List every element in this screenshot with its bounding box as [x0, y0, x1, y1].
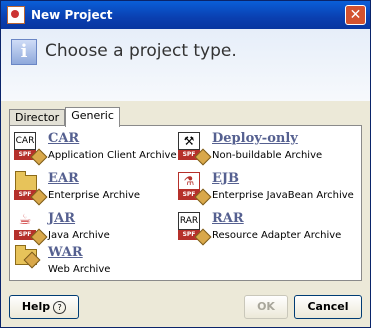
close-button[interactable]: ✕ — [345, 5, 366, 25]
project-type-description: Enterprise JavaBean Archive — [212, 190, 354, 201]
project-type-description: Web Archive — [48, 264, 111, 275]
project-type-ear[interactable]: SPF EAR Enterprise Archive — [12, 170, 182, 210]
dialog-footer: Help? OK Cancel — [1, 289, 370, 327]
project-type-description: Application Client Archive — [48, 150, 177, 161]
ejb-icon: ⚗ SPF — [178, 172, 212, 206]
deploy-only-icon: ⚒ SPF — [178, 132, 212, 166]
project-type-name[interactable]: EAR — [48, 171, 79, 186]
project-type-name[interactable]: EJB — [212, 171, 239, 186]
project-type-description: Enterprise Archive — [48, 190, 141, 201]
title-bar[interactable]: New Project ✕ — [1, 1, 370, 29]
project-type-car[interactable]: CAR SPF CAR Application Client Archive — [12, 130, 182, 170]
ear-icon: SPF — [14, 171, 48, 206]
new-project-dialog: New Project ✕ i Choose a project type. D… — [0, 0, 371, 328]
project-type-name[interactable]: JAR — [48, 211, 75, 226]
header-title: Choose a project type. — [45, 41, 237, 61]
help-icon: ? — [53, 300, 67, 314]
tab-generic[interactable]: Generic — [65, 107, 120, 127]
project-type-war[interactable]: WAR Web Archive — [12, 244, 182, 284]
project-type-deploy-only[interactable]: ⚒ SPF Deploy-only Non-buildable Archive — [176, 130, 346, 170]
war-icon — [14, 245, 44, 280]
jar-icon: ☕ SPF — [14, 212, 48, 246]
window-title: New Project — [31, 8, 113, 22]
project-type-name[interactable]: CAR — [48, 131, 79, 146]
rar-icon: RAR SPF — [178, 212, 212, 246]
help-label: Help — [21, 300, 51, 313]
project-type-description: Non-buildable Archive — [212, 150, 323, 161]
dialog-header: i Choose a project type. — [1, 29, 370, 101]
project-type-ejb[interactable]: ⚗ SPF EJB Enterprise JavaBean Archive — [176, 170, 354, 210]
app-icon — [7, 6, 25, 24]
tab-strip: Director Generic — [9, 107, 120, 127]
project-type-list: CAR SPF CAR Application Client Archive ⚒… — [9, 125, 362, 281]
car-icon: CAR SPF — [14, 132, 48, 166]
info-icon: i — [11, 39, 37, 65]
project-type-name[interactable]: RAR — [212, 211, 244, 226]
help-button[interactable]: Help? — [9, 295, 79, 319]
project-type-name[interactable]: WAR — [48, 245, 83, 260]
project-type-description: Resource Adapter Archive — [212, 230, 342, 241]
project-type-rar[interactable]: RAR SPF RAR Resource Adapter Archive — [176, 210, 346, 250]
cancel-button[interactable]: Cancel — [294, 295, 362, 319]
ok-button[interactable]: OK — [244, 295, 288, 319]
project-type-description: Java Archive — [48, 230, 110, 241]
project-type-name[interactable]: Deploy-only — [212, 131, 298, 146]
